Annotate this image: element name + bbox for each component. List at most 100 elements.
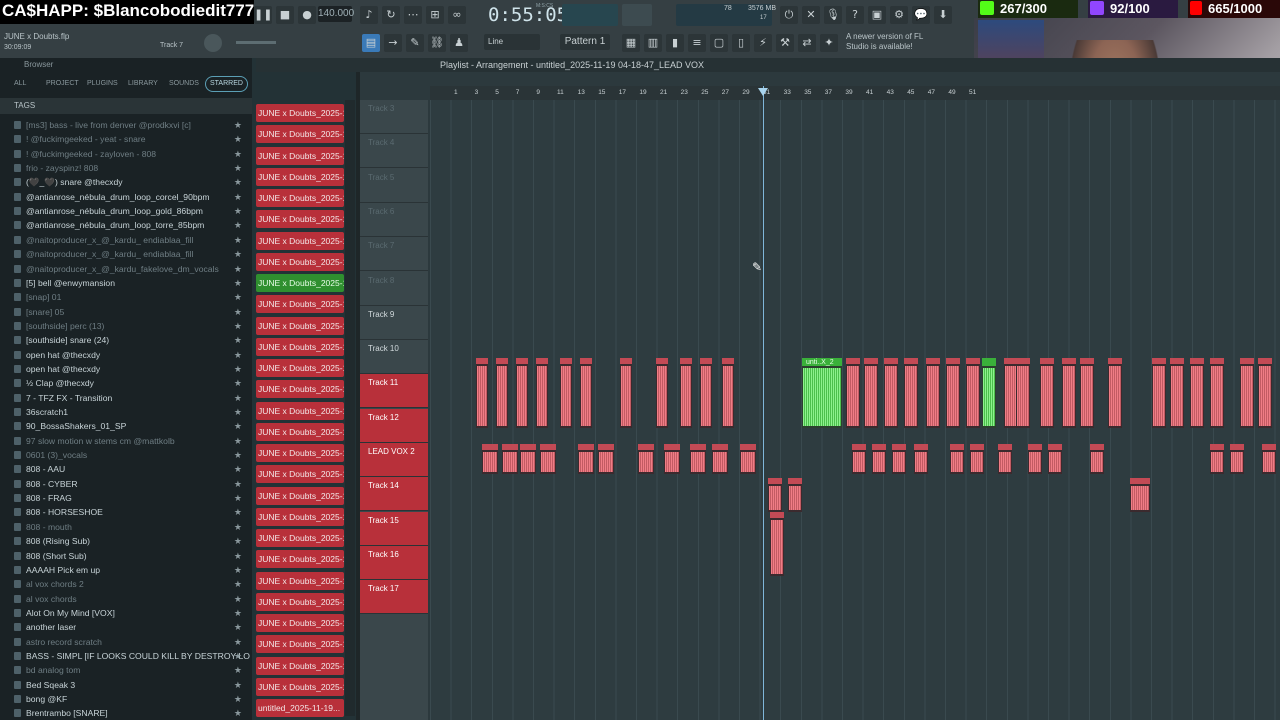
mic-icon[interactable]: 🎙 [824, 6, 842, 24]
browser-item[interactable]: @antianrose_nébula_drum_loop_corcel_90bp… [0, 190, 250, 204]
channel-button[interactable]: JUNE x Doubts_2025-11-... [256, 592, 344, 611]
channel-button[interactable]: JUNE x Doubts_2025-11-... [256, 337, 344, 356]
audio-clip[interactable] [638, 444, 654, 474]
playlist-icon[interactable]: ▤ [362, 34, 380, 52]
star-icon[interactable]: ★ [234, 391, 242, 405]
countdown-icon[interactable]: ⋯ [404, 6, 422, 24]
star-icon[interactable]: ★ [234, 534, 242, 548]
track-header[interactable]: Track 5 [360, 169, 428, 203]
audio-clip[interactable] [846, 358, 860, 428]
browser-item[interactable]: ! @fuckimgeeked - zayloven - 808 ★ [0, 147, 250, 161]
browser-item[interactable]: 808 - mouth ★ [0, 520, 250, 534]
audio-clip[interactable] [1090, 444, 1104, 474]
browser-item[interactable]: 808 - CYBER ★ [0, 477, 250, 491]
update-notice[interactable]: A newer version of FL Studio is availabl… [846, 32, 936, 52]
track-header[interactable]: Track 11 [360, 374, 428, 409]
channel-button[interactable]: JUNE x Doubts_2025-11-... [256, 359, 344, 377]
save-icon[interactable]: ▣ [868, 6, 886, 24]
browser-item[interactable]: 808 (Rising Sub) ★ [0, 534, 250, 548]
channel-button-last[interactable]: untitled_2025-11-19... [256, 699, 344, 717]
audio-clip[interactable] [768, 478, 782, 512]
track-selector[interactable]: Track 7 [160, 42, 183, 49]
stop-button[interactable]: ■ [276, 6, 294, 24]
star-icon[interactable]: ★ [234, 505, 242, 519]
audio-clip[interactable] [516, 358, 528, 428]
browser-item[interactable]: ½ Clap @thecxdy ★ [0, 376, 250, 390]
browser-item[interactable]: @naitoproducer_x_@_kardu_fakelove_dm_voc… [0, 262, 250, 276]
browser-item[interactable]: 7 - TFZ FX - Transition ★ [0, 391, 250, 405]
browser-item[interactable]: 808 - AAU ★ [0, 462, 250, 476]
star-icon[interactable]: ★ [234, 649, 242, 663]
star-icon[interactable]: ★ [234, 262, 242, 276]
channel-button[interactable]: JUNE x Doubts_2025-11-... [256, 401, 344, 420]
channel-button[interactable]: JUNE x Doubts_2025-11-... [256, 167, 344, 186]
browser-item[interactable]: (🖤_🖤) snare @thecxdy ★ [0, 175, 250, 189]
track-header[interactable]: Track 8 [360, 272, 428, 306]
browser-item[interactable]: Bed Sqeak 3 ★ [0, 678, 250, 692]
audio-clip[interactable] [1048, 444, 1062, 474]
track-header[interactable]: Track 12 [360, 408, 428, 443]
browser-item[interactable]: @naitoproducer_x_@_kardu_ endiablaa_fill… [0, 233, 250, 247]
audio-clip[interactable] [770, 512, 784, 576]
channel-button[interactable]: JUNE x Doubts_2025-11-... [256, 635, 344, 654]
channel-button[interactable]: JUNE x Doubts_2025-11-... [256, 189, 344, 207]
star-icon[interactable]: ★ [234, 419, 242, 433]
piano-roll-icon[interactable]: ▦ [622, 34, 640, 52]
master-volume-knob[interactable] [204, 34, 222, 52]
channel-button[interactable]: JUNE x Doubts_2025-11-... [256, 295, 344, 314]
channel-button[interactable]: JUNE x Doubts_2025-11-... [256, 210, 344, 229]
snap-select[interactable]: Line [484, 34, 540, 50]
star-icon[interactable]: ★ [234, 434, 242, 448]
tab-library[interactable]: LIBRARY [128, 76, 158, 92]
channel-button[interactable]: JUNE x Doubts_2025-11-... [256, 550, 344, 569]
browser-item[interactable]: [snare] 05 ★ [0, 305, 250, 319]
browser-item[interactable]: [southside] perc (13) ★ [0, 319, 250, 333]
audio-clip[interactable] [892, 444, 906, 474]
audio-clip[interactable] [578, 444, 594, 474]
audio-clip[interactable] [884, 358, 898, 428]
browser-item[interactable]: 90_BossaShakers_01_SP ★ [0, 419, 250, 433]
browser-item[interactable]: 808 - HORSESHOE ★ [0, 505, 250, 519]
audio-clip[interactable] [482, 444, 498, 474]
star-icon[interactable]: ★ [234, 477, 242, 491]
plug-icon[interactable]: ⚡ [754, 34, 772, 52]
browser-item[interactable]: 808 - FRAG ★ [0, 491, 250, 505]
tab-starred[interactable]: STARRED [205, 76, 248, 92]
star-icon[interactable]: ★ [234, 592, 242, 606]
browser-item[interactable]: al vox chords ★ [0, 592, 250, 606]
channel-button[interactable]: JUNE x Doubts_2025-11-... [256, 146, 344, 165]
star-icon[interactable]: ★ [234, 706, 242, 720]
track-header[interactable]: Track 14 [360, 477, 428, 512]
audio-clip[interactable] [722, 358, 734, 428]
browser-item[interactable]: BASS - SIMPL [IF LOOKS COULD KILL BY DES… [0, 649, 250, 663]
audio-clip[interactable] [1262, 444, 1276, 474]
star-icon[interactable]: ★ [234, 448, 242, 462]
track-header[interactable]: Track 16 [360, 545, 428, 580]
audio-clip[interactable] [998, 444, 1012, 474]
star-icon[interactable]: ★ [234, 276, 242, 290]
star-icon[interactable]: ★ [234, 247, 242, 261]
tools-icon[interactable]: ⚒ [776, 34, 794, 52]
track-header[interactable]: Track 3 [360, 100, 428, 134]
track-header[interactable]: Track 7 [360, 237, 428, 272]
audio-clip[interactable] [680, 358, 692, 428]
browser-item[interactable]: open hat @thecxdy ★ [0, 362, 250, 376]
star-icon[interactable]: ★ [234, 233, 242, 247]
audio-clip[interactable] [1258, 358, 1272, 428]
loop-record-icon[interactable]: ∞ [448, 6, 466, 24]
star-icon[interactable]: ★ [234, 678, 242, 692]
channel-button[interactable]: JUNE x Doubts_2025-11-... [256, 444, 344, 462]
settings-icon[interactable]: ✦ [820, 34, 838, 52]
audio-clip[interactable] [852, 444, 866, 474]
master-pitch-slider[interactable] [236, 41, 276, 44]
download-icon[interactable]: ⬇ [934, 6, 952, 24]
star-icon[interactable]: ★ [234, 520, 242, 534]
browser-item[interactable]: @antianrose_nébula_drum_loop_torre_85bpm… [0, 218, 250, 232]
record-button[interactable]: ● [298, 6, 316, 24]
channel-scrollbar[interactable] [345, 100, 355, 716]
audio-clip[interactable] [1152, 358, 1166, 428]
tab-plugins[interactable]: PLUGINS [87, 76, 118, 92]
timeline-ruler[interactable]: 1 3 5 7 9 11 13 15 17 19 21 23 25 27 29 31 33 35 37 39 41 43 4… [430, 86, 1280, 100]
audio-clip[interactable] [1240, 358, 1254, 428]
browser-item[interactable]: al vox chords 2 ★ [0, 577, 250, 591]
